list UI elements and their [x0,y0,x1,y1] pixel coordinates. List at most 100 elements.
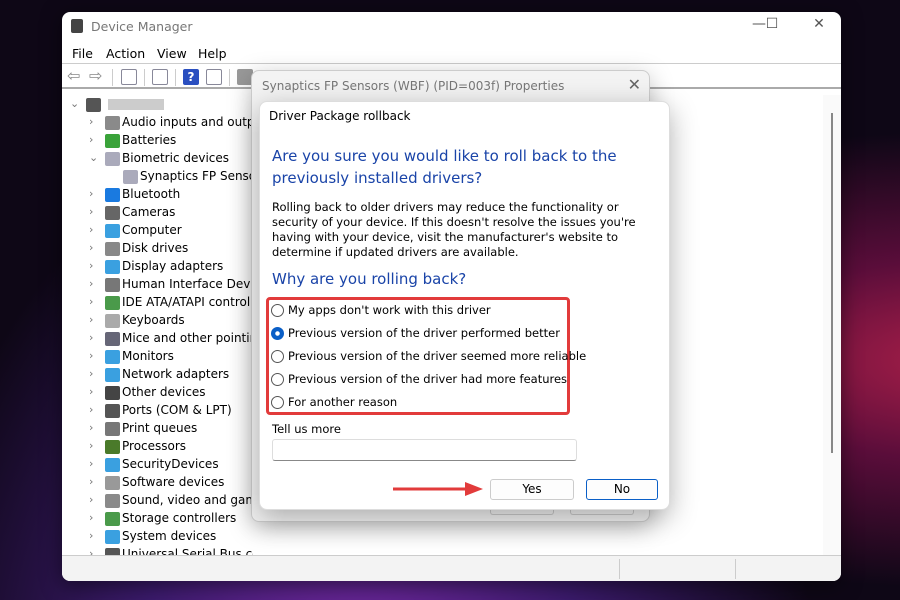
fingerprint-icon [123,170,138,184]
radio-button[interactable] [271,327,284,340]
tree-item-label: SecurityDevices [122,457,219,471]
help-icon[interactable]: ? [183,69,199,85]
chevron-right-icon[interactable]: › [89,223,101,236]
yes-button[interactable]: Yes [490,479,574,500]
chevron-right-icon[interactable]: › [89,295,101,308]
chevron-right-icon[interactable]: › [89,187,101,200]
tree-item[interactable]: ⌄ Biometric devices [89,150,253,168]
tree-item[interactable]: › Batteries [89,132,253,150]
tree-item[interactable]: › Display adapters [89,258,253,276]
tree-item[interactable]: › Mice and other pointing devices [89,330,253,348]
chevron-down-icon[interactable]: ⌄ [89,151,101,164]
close-button[interactable]: ✕ [799,16,839,38]
menu-help[interactable]: Help [198,46,227,61]
show-hide-console-tree-icon[interactable] [121,69,137,85]
tree-item[interactable]: › Sound, video and game controllers [89,492,253,510]
tree-item-label: Sound, video and game controllers [122,493,253,507]
tree-item[interactable]: › Disk drives [89,240,253,258]
menu-file[interactable]: File [72,46,93,61]
tree-item[interactable]: › Keyboards [89,312,253,330]
radio-button[interactable] [271,350,284,363]
back-icon[interactable]: ⇦ [67,68,83,85]
chevron-right-icon[interactable]: › [89,115,101,128]
chevron-right-icon[interactable]: › [89,205,101,218]
tree-item[interactable]: › Audio inputs and outputs [89,114,253,132]
chevron-right-icon[interactable]: › [89,313,101,326]
tree-item[interactable]: › Bluetooth [89,186,253,204]
battery-icon [105,134,120,148]
chevron-right-icon[interactable]: › [89,475,101,488]
tree-item-label: System devices [122,529,217,543]
vertical-scrollbar[interactable] [823,95,841,555]
radio-button[interactable] [271,373,284,386]
computer-icon [105,224,120,238]
forward-icon[interactable]: ⇨ [89,68,105,85]
driver-rollback-dialog: Driver Package rollback Are you sure you… [259,101,670,510]
tree-item-label: Mice and other pointing devices [122,331,253,345]
chevron-down-icon[interactable]: ⌄ [70,97,82,110]
tree-item[interactable]: › Cameras [89,204,253,222]
menu-action[interactable]: Action [106,46,145,61]
device-manager-icon [71,19,83,33]
chevron-right-icon[interactable]: › [89,421,101,434]
chevron-right-icon[interactable]: › [89,133,101,146]
tell-us-more-label: Tell us more [272,422,341,436]
tree-item[interactable]: › System devices [89,528,253,546]
chevron-right-icon[interactable]: › [89,385,101,398]
action-pane-icon[interactable] [206,69,222,85]
chevron-right-icon[interactable]: › [89,457,101,470]
tree-item[interactable]: › Computer [89,222,253,240]
menu-view[interactable]: View [157,46,187,61]
reason-option-label: For another reason [288,395,398,409]
chevron-right-icon[interactable]: › [89,241,101,254]
tree-item[interactable]: › Monitors [89,348,253,366]
tree-item-label: Print queues [122,421,198,435]
tree-item[interactable]: › IDE ATA/ATAPI controllers [89,294,253,312]
disk-icon [105,242,120,256]
ide-controller-icon [105,296,120,310]
scrollbar-thumb[interactable] [831,113,833,453]
tree-item[interactable]: Synaptics FP Sensors (WBF) (PID=003f) [107,168,251,186]
port-icon [105,404,120,418]
tree-item[interactable]: › Other devices [89,384,253,402]
chevron-right-icon[interactable]: › [89,331,101,344]
radio-button[interactable] [271,396,284,409]
divider [144,69,145,86]
tree-item[interactable]: › Processors [89,438,253,456]
tree-item-label: Human Interface Devices [122,277,253,291]
chevron-right-icon[interactable]: › [89,511,101,524]
tree-item-label: Audio inputs and outputs [122,115,253,129]
chevron-right-icon[interactable]: › [89,403,101,416]
window-title: Device Manager [91,19,193,34]
no-button[interactable]: No [586,479,658,500]
tree-item-label: Biometric devices [122,151,230,165]
radio-button[interactable] [271,304,284,317]
storage-controller-icon [105,512,120,526]
chevron-right-icon[interactable]: › [89,367,101,380]
dialog-caption: Driver Package rollback [269,109,411,123]
system-device-icon [105,530,120,544]
arrow-annotation-icon [393,482,483,496]
close-icon[interactable]: ✕ [628,75,641,94]
tree-item[interactable]: › Print queues [89,420,253,438]
reason-option-label: Previous version of the driver performed… [288,326,560,340]
divider [175,69,176,86]
chevron-right-icon[interactable]: › [89,439,101,452]
chevron-right-icon[interactable]: › [89,349,101,362]
tree-item[interactable]: › Ports (COM & LPT) [89,402,253,420]
chevron-right-icon[interactable]: › [89,529,101,542]
tree-item-label: Synaptics FP Sensors (WBF) (PID=003f) [140,169,251,183]
chevron-right-icon[interactable]: › [89,259,101,272]
chevron-right-icon[interactable]: › [89,277,101,290]
properties-title: Synaptics FP Sensors (WBF) (PID=003f) Pr… [262,79,565,93]
properties-icon[interactable] [152,69,168,85]
tell-us-more-input[interactable] [272,439,577,461]
maximize-button[interactable]: ☐ [752,16,792,38]
tree-item-label: Computer [122,223,182,237]
tree-item[interactable]: › Storage controllers [89,510,253,528]
tree-item[interactable]: › Software devices [89,474,253,492]
tree-item[interactable]: › Human Interface Devices [89,276,253,294]
tree-item[interactable]: › Network adapters [89,366,253,384]
chevron-right-icon[interactable]: › [89,493,101,506]
tree-item[interactable]: › SecurityDevices [89,456,253,474]
